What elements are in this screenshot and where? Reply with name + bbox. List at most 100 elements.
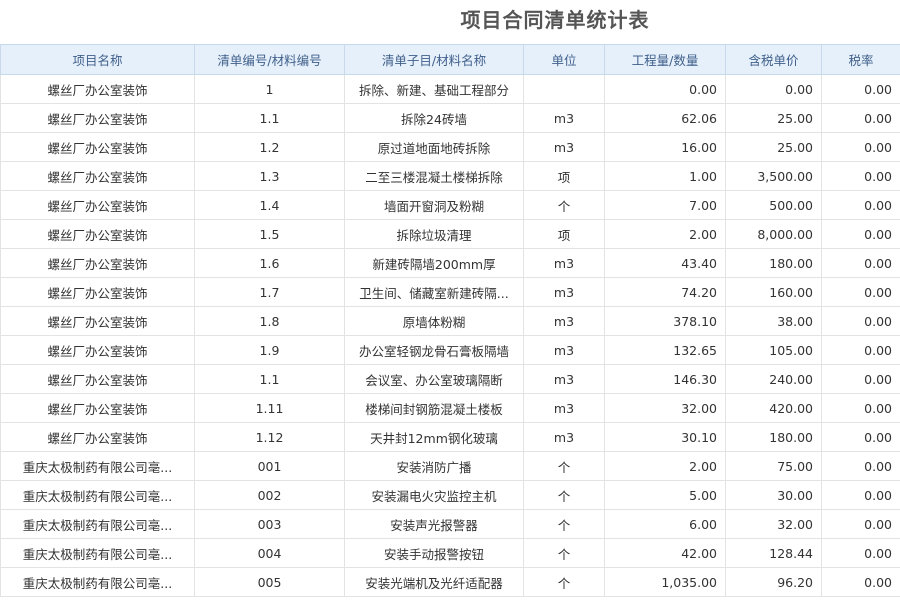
- table-row[interactable]: 螺丝厂办公室装饰 1.5 拆除垃圾清理项 2.00 8,000.00 0.00: [0, 219, 900, 249]
- table-row[interactable]: 重庆太极制药有限公司亳... 005 安装光端机及光纤适配器个 1,035.00 96.…: [0, 567, 900, 597]
- cell-unit: m3: [523, 364, 605, 394]
- cell-unit-price: 180.00: [725, 422, 822, 452]
- cell-item-name: 原过道地面地砖拆除: [344, 132, 524, 162]
- cell-quantity: 62.06: [604, 103, 726, 133]
- column-header-item-name[interactable]: 清单子目/材料名称: [344, 44, 524, 75]
- table-row[interactable]: 螺丝厂办公室装饰 1.1 拆除24砖墙 m3 62.06 25.00 0.00: [0, 103, 900, 133]
- cell-list-code: 1.2: [194, 132, 345, 162]
- cell-project-name: 螺丝厂办公室装饰: [0, 277, 195, 307]
- cell-project-name: 螺丝厂办公室装饰: [0, 393, 195, 423]
- cell-item-name: 安装声光报警器: [344, 509, 524, 539]
- header-row: 项目名称 清单编号/材料编号 清单子目/材料名称 单位 工程量/数量 含税单价 …: [0, 44, 900, 75]
- cell-item-name: 会议室、办公室玻璃隔断: [344, 364, 524, 394]
- cell-list-code: 1.1: [194, 364, 345, 394]
- cell-unit-price: 0.00: [725, 74, 822, 104]
- table-row[interactable]: 螺丝厂办公室装饰 1.8 原墙体粉糊 m3 378.10 38.00 0.00: [0, 306, 900, 336]
- cell-list-code: 1.7: [194, 277, 345, 307]
- cell-tax-rate: 0.00: [821, 393, 900, 423]
- cell-list-code: 1.5: [194, 219, 345, 249]
- table-row[interactable]: 重庆太极制药有限公司亳... 004 安装手动报警按钮个 42.00 128.44 0.0…: [0, 538, 900, 568]
- cell-item-name: 安装消防广播: [344, 451, 524, 481]
- table-row[interactable]: 螺丝厂办公室装饰 1.3 二至三楼混凝土楼梯拆除项 1.00 3,500.00 0.00: [0, 161, 900, 191]
- cell-unit-price: 500.00: [725, 190, 822, 220]
- column-header-tax-rate[interactable]: 税率: [821, 44, 900, 75]
- cell-unit: m3: [523, 393, 605, 423]
- cell-unit: [523, 74, 605, 104]
- column-header-unit-price[interactable]: 含税单价: [725, 44, 822, 75]
- cell-tax-rate: 0.00: [821, 538, 900, 568]
- cell-project-name: 螺丝厂办公室装饰: [0, 103, 195, 133]
- table-row[interactable]: 螺丝厂办公室装饰 1.6 新建砖隔墙200mm厚 m3 43.40 180.00 0.00: [0, 248, 900, 278]
- cell-list-code: 1: [194, 74, 345, 104]
- cell-tax-rate: 0.00: [821, 335, 900, 365]
- cell-project-name: 螺丝厂办公室装饰: [0, 161, 195, 191]
- table-header: 项目名称 清单编号/材料编号 清单子目/材料名称 单位 工程量/数量 含税单价 …: [0, 44, 900, 75]
- cell-tax-rate: 0.00: [821, 161, 900, 191]
- table-row[interactable]: 重庆太极制药有限公司亳... 002 安装漏电火灾监控主机个 5.00 30.00 0.0…: [0, 480, 900, 510]
- contract-list-table-container[interactable]: 项目名称 清单编号/材料编号 清单子目/材料名称 单位 工程量/数量 含税单价 …: [0, 44, 900, 600]
- cell-unit: m3: [523, 103, 605, 133]
- cell-project-name: 螺丝厂办公室装饰: [0, 248, 195, 278]
- cell-quantity: 42.00: [604, 538, 726, 568]
- table-row[interactable]: 螺丝厂办公室装饰 1 拆除、新建、基础工程部分 0.00 0.00 0.00: [0, 74, 900, 104]
- table-row[interactable]: 螺丝厂办公室装饰 1.12 天井封12mm钢化玻璃 m3 30.10 180.00 0.00: [0, 422, 900, 452]
- cell-list-code: 003: [194, 509, 345, 539]
- table-row[interactable]: 螺丝厂办公室装饰 1.4 墙面开窗洞及粉糊个 7.00 500.00 0.00: [0, 190, 900, 220]
- cell-list-code: 1.12: [194, 422, 345, 452]
- cell-quantity: 1,035.00: [604, 567, 726, 597]
- cell-unit: 项: [523, 219, 605, 249]
- cell-quantity: 146.30: [604, 364, 726, 394]
- cell-unit-price: 25.00: [725, 132, 822, 162]
- cell-unit: 个: [523, 538, 605, 568]
- table-row[interactable]: 螺丝厂办公室装饰 1.2 原过道地面地砖拆除 m3 16.00 25.00 0.00: [0, 132, 900, 162]
- cell-unit-price: 30.00: [725, 480, 822, 510]
- table-row[interactable]: 螺丝厂办公室装饰 1.7 卫生间、储藏室新建砖隔... m3 74.20 160.00 0.…: [0, 277, 900, 307]
- cell-project-name: 螺丝厂办公室装饰: [0, 422, 195, 452]
- cell-unit: 个: [523, 480, 605, 510]
- cell-project-name: 螺丝厂办公室装饰: [0, 190, 195, 220]
- cell-unit: m3: [523, 248, 605, 278]
- table-row[interactable]: 螺丝厂办公室装饰 1.1 会议室、办公室玻璃隔断 m3 146.30 240.00 0.00: [0, 364, 900, 394]
- column-header-quantity[interactable]: 工程量/数量: [604, 44, 726, 75]
- cell-tax-rate: 0.00: [821, 509, 900, 539]
- contract-list-table: 项目名称 清单编号/材料编号 清单子目/材料名称 单位 工程量/数量 含税单价 …: [0, 44, 900, 597]
- cell-unit: m3: [523, 277, 605, 307]
- cell-tax-rate: 0.00: [821, 480, 900, 510]
- table-row[interactable]: 螺丝厂办公室装饰 1.9 办公室轻钢龙骨石膏板隔墙 m3 132.65 105.00 0.0…: [0, 335, 900, 365]
- cell-item-name: 拆除、新建、基础工程部分: [344, 74, 524, 104]
- cell-quantity: 1.00: [604, 161, 726, 191]
- cell-quantity: 43.40: [604, 248, 726, 278]
- cell-list-code: 1.11: [194, 393, 345, 423]
- cell-list-code: 1.6: [194, 248, 345, 278]
- cell-unit-price: 128.44: [725, 538, 822, 568]
- cell-project-name: 重庆太极制药有限公司亳...: [0, 480, 195, 510]
- cell-unit: m3: [523, 132, 605, 162]
- column-header-project-name[interactable]: 项目名称: [0, 44, 195, 75]
- cell-unit: m3: [523, 422, 605, 452]
- cell-quantity: 0.00: [604, 74, 726, 104]
- cell-tax-rate: 0.00: [821, 364, 900, 394]
- cell-item-name: 新建砖隔墙200mm厚: [344, 248, 524, 278]
- cell-project-name: 重庆太极制药有限公司亳...: [0, 567, 195, 597]
- cell-unit-price: 32.00: [725, 509, 822, 539]
- cell-quantity: 74.20: [604, 277, 726, 307]
- cell-tax-rate: 0.00: [821, 248, 900, 278]
- cell-item-name: 原墙体粉糊: [344, 306, 524, 336]
- cell-item-name: 安装手动报警按钮: [344, 538, 524, 568]
- cell-quantity: 5.00: [604, 480, 726, 510]
- cell-tax-rate: 0.00: [821, 190, 900, 220]
- column-header-list-code[interactable]: 清单编号/材料编号: [194, 44, 345, 75]
- table-row[interactable]: 重庆太极制药有限公司亳... 003 安装声光报警器个 6.00 32.00 0.00: [0, 509, 900, 539]
- cell-tax-rate: 0.00: [821, 277, 900, 307]
- cell-unit: 个: [523, 190, 605, 220]
- cell-unit: 项: [523, 161, 605, 191]
- cell-unit-price: 38.00: [725, 306, 822, 336]
- cell-unit-price: 25.00: [725, 103, 822, 133]
- cell-quantity: 7.00: [604, 190, 726, 220]
- cell-unit-price: 160.00: [725, 277, 822, 307]
- table-row[interactable]: 螺丝厂办公室装饰 1.11 楼梯间封钢筋混凝土楼板 m3 32.00 420.00 0.00: [0, 393, 900, 423]
- cell-unit-price: 8,000.00: [725, 219, 822, 249]
- table-row[interactable]: 重庆太极制药有限公司亳... 001 安装消防广播个 2.00 75.00 0.00: [0, 451, 900, 481]
- cell-unit-price: 75.00: [725, 451, 822, 481]
- column-header-unit[interactable]: 单位: [523, 44, 605, 75]
